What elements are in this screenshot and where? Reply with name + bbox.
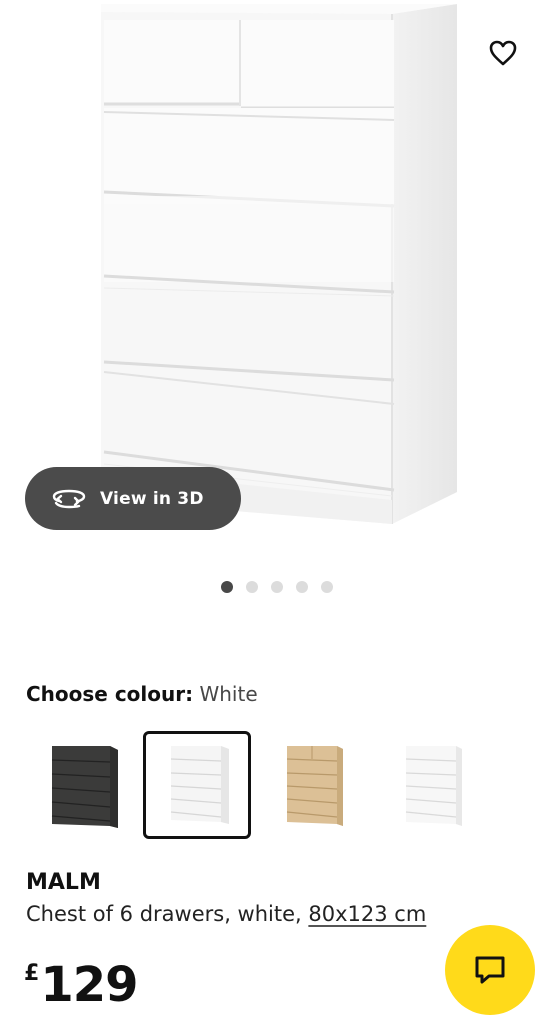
carousel-dot[interactable] [270,581,283,593]
swatch-white[interactable] [143,731,251,839]
product-image[interactable]: View in 3D [0,0,553,560]
carousel-dot[interactable] [295,581,308,593]
colour-selector-heading: Choose colour: White [26,682,258,706]
price-currency: £ [24,961,40,986]
white-dresser-thumb [170,746,229,824]
high-gloss-dresser-thumb [405,746,462,826]
black-brown-dresser-thumb [51,746,118,828]
carousel-dot[interactable] [320,581,333,593]
view-in-3d-label: View in 3D [100,488,204,509]
chat-icon [475,956,505,984]
product-price: £ 129 [24,955,139,1015]
heart-icon [489,40,517,66]
rotate-3d-icon [51,487,87,511]
swatch-oak-veneer[interactable] [259,731,367,839]
swatch-high-gloss-white[interactable] [376,731,484,839]
colour-label: Choose colour: [26,682,194,706]
carousel-dot[interactable] [245,581,258,593]
product-name: MALM [26,870,101,895]
product-size-link[interactable]: 80x123 cm [308,902,426,926]
carousel-dots [0,581,553,593]
view-in-3d-button[interactable]: View in 3D [25,467,241,530]
selected-colour: White [199,682,258,706]
favourite-button[interactable] [484,34,522,72]
colour-swatches [26,731,526,843]
product-description-text: Chest of 6 drawers, white, [26,902,309,926]
oak-dresser-thumb [286,746,343,826]
swatch-black-brown[interactable] [26,731,134,839]
carousel-dot[interactable] [220,581,233,593]
chat-button[interactable] [445,925,535,1015]
price-amount: 129 [40,957,138,1013]
product-description: Chest of 6 drawers, white, 80x123 cm [26,902,426,926]
